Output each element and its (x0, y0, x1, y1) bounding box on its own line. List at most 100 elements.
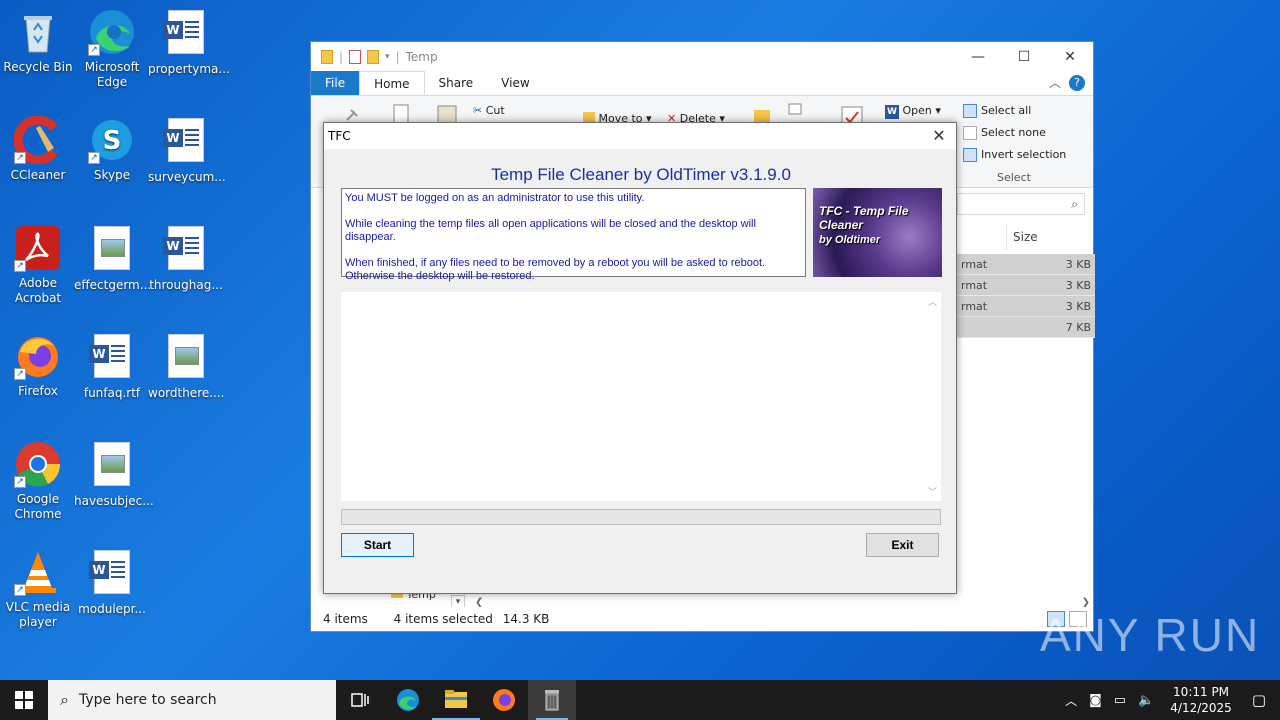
search-icon: ⌕ (60, 690, 69, 709)
edge-icon (397, 689, 419, 711)
customize-quick-access-icon[interactable]: ▾ (385, 52, 390, 62)
word-doc-icon: W (162, 118, 210, 166)
desktop-icon-recycle-bin[interactable]: Recycle Bin (0, 8, 76, 75)
desktop-icon-funfaq[interactable]: W funfaq.rtf (74, 332, 150, 401)
tab-home[interactable]: Home (359, 71, 425, 95)
image-file-icon (162, 334, 210, 382)
file-row[interactable]: rmat 3 KB (957, 296, 1095, 317)
desktop-icon-firefox[interactable]: ↗ Firefox (0, 332, 76, 399)
firefox-icon (493, 689, 515, 711)
network-icon[interactable]: ▭ (1114, 693, 1126, 708)
invert-selection-button[interactable]: Invert selection (963, 148, 1066, 162)
tfc-titlebar[interactable]: TFC ✕ (324, 123, 956, 149)
desktop-icon-propertyma[interactable]: W propertyma... (148, 8, 230, 77)
tfc-log-area[interactable]: ︿ ﹀ (341, 292, 941, 501)
help-icon[interactable]: ? (1069, 74, 1085, 91)
search-box[interactable]: ⌕ (957, 193, 1085, 215)
skype-icon: S ↗ (88, 116, 136, 164)
desktop-icon-skype[interactable]: S ↗ Skype (74, 116, 150, 183)
taskbar-edge[interactable] (384, 680, 432, 720)
windows-icon (15, 691, 33, 709)
tab-view[interactable]: View (487, 71, 543, 95)
start-button[interactable]: Start (341, 533, 414, 557)
tfc-dialog: TFC ✕ Temp File Cleaner by OldTimer v3.1… (323, 122, 957, 594)
file-row[interactable]: rmat 3 KB (957, 275, 1095, 296)
notification-icon[interactable]: ▢ (1252, 691, 1266, 709)
close-button[interactable]: ✕ (1047, 42, 1093, 72)
tab-file[interactable]: File (311, 71, 360, 95)
word-doc-icon: W (88, 550, 136, 598)
desktop-icon-havesubjec[interactable]: havesubjec... (74, 440, 154, 509)
vertical-scrollbar[interactable]: ︿ ﹀ (924, 292, 941, 501)
meet-now-icon[interactable]: ◙ (1089, 693, 1102, 708)
invert-selection-icon (963, 148, 977, 162)
scissors-icon: ✂ (473, 104, 483, 117)
desktop-icon-wordthere[interactable]: wordthere.... (148, 332, 225, 401)
task-view-button[interactable] (336, 680, 384, 720)
chrome-icon: ↗ (14, 440, 62, 488)
desktop-icon-modulepr[interactable]: W modulepr... (74, 548, 150, 617)
maximize-button[interactable]: ☐ (1001, 42, 1047, 72)
desktop-icon-throughag[interactable]: W throughag... (148, 224, 224, 293)
acrobat-icon: ↗ (14, 224, 62, 272)
new-folder-icon[interactable] (367, 50, 380, 64)
logo-title: TFC - Temp File Cleaner (819, 204, 909, 232)
properties-icon[interactable] (787, 102, 811, 121)
word-doc-icon: W (88, 334, 136, 382)
system-tray: ︿ ◙ ▭ 🔈 10:11 PM 4/12/2025 ▢ (1059, 680, 1280, 720)
collapse-ribbon-icon[interactable]: ︿ (1049, 74, 1061, 91)
search-icon: ⌕ (1071, 197, 1078, 211)
status-size: 14.3 KB (502, 612, 550, 626)
recycle-bin-icon (14, 8, 62, 56)
image-file-icon (88, 442, 136, 490)
exit-button[interactable]: Exit (866, 533, 939, 557)
select-none-button[interactable]: Select none (963, 126, 1046, 140)
scroll-up-icon[interactable]: ︿ (924, 295, 941, 308)
info-line: You MUST be logged on as an administrato… (345, 192, 645, 204)
info-line: When finished, if any files need to be r… (345, 257, 766, 269)
status-selected: 4 items selected (393, 612, 493, 626)
file-explorer-icon (445, 690, 467, 708)
svg-text:S: S (103, 126, 122, 156)
desktop-icon-vlc[interactable]: ↗ VLC media player (0, 548, 76, 630)
desktop-icon-surveycum[interactable]: W surveycum... (148, 116, 226, 185)
desktop-icon-edge[interactable]: ↗ Microsoft Edge (74, 8, 150, 90)
desktop-icon-ccleaner[interactable]: ↗ CCleaner (0, 115, 76, 183)
tfc-info-box: You MUST be logged on as an administrato… (341, 188, 806, 282)
window-title: Temp (405, 50, 438, 64)
desktop-icon-effectgerm[interactable]: effectgerm... (74, 224, 151, 293)
info-line: While cleaning the temp files all open a… (345, 218, 756, 243)
word-doc-icon: W (162, 226, 210, 274)
minimize-button[interactable]: — (955, 42, 1001, 72)
firefox-icon: ↗ (14, 332, 62, 380)
close-button[interactable]: ✕ (922, 123, 956, 149)
clock[interactable]: 10:11 PM 4/12/2025 (1170, 684, 1232, 716)
desktop-icon-chrome[interactable]: ↗ Google Chrome (0, 440, 76, 522)
volume-icon[interactable]: 🔈 (1138, 693, 1154, 708)
taskbar-file-explorer[interactable] (432, 680, 480, 720)
vlc-icon: ↗ (14, 548, 62, 596)
start-button[interactable] (0, 680, 48, 720)
word-icon: W (885, 105, 899, 119)
select-group-label: Select (997, 171, 1031, 184)
edge-icon: ↗ (88, 8, 136, 56)
open-button[interactable]: W Open ▾ (885, 104, 941, 119)
file-row[interactable]: rmat 3 KB (957, 254, 1095, 275)
cut-button[interactable]: ✂ Cut (473, 104, 505, 117)
scroll-down-icon[interactable]: ﹀ (924, 485, 941, 498)
clock-time: 10:11 PM (1173, 685, 1230, 699)
word-doc-icon: W (162, 10, 210, 58)
ccleaner-icon: ↗ (13, 115, 62, 165)
taskbar-search-box[interactable]: ⌕ Type here to search (48, 680, 336, 720)
desktop-icon-acrobat[interactable]: ↗ Adobe Acrobat (0, 224, 76, 306)
column-header-size[interactable]: Size (1006, 224, 1086, 250)
taskbar-firefox[interactable] (480, 680, 528, 720)
chevron-up-icon[interactable]: ︿ (1065, 692, 1077, 709)
file-row[interactable]: 7 KB (957, 317, 1095, 338)
folder-icon (321, 50, 333, 64)
properties-icon[interactable] (349, 50, 362, 64)
tab-share[interactable]: Share (425, 71, 488, 95)
select-all-button[interactable]: Select all (963, 104, 1031, 118)
taskbar-tfc[interactable] (528, 680, 576, 720)
tfc-heading: Temp File Cleaner by OldTimer v3.1.9.0 (491, 165, 791, 184)
